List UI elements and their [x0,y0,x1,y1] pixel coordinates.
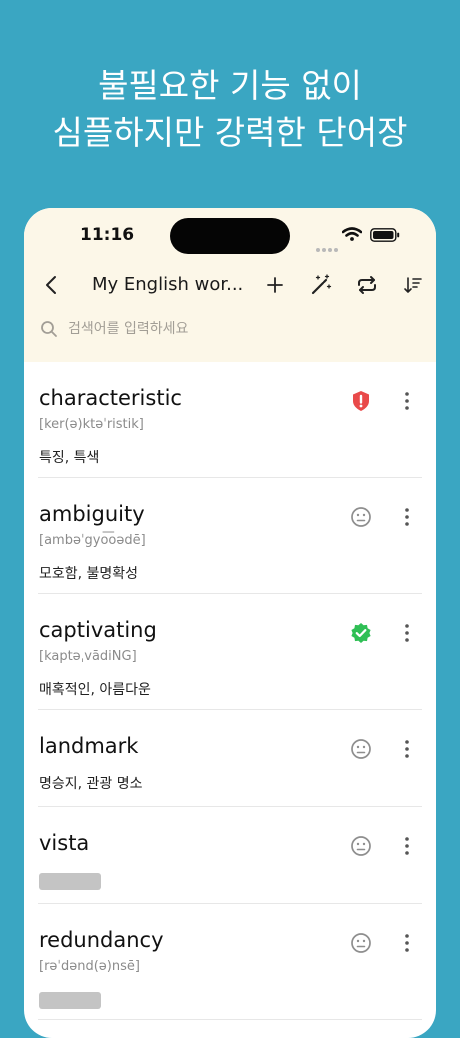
word-row[interactable]: redundancy [rəˈdənd(ə)nsē] [38,904,422,1020]
neutral-face-icon[interactable] [350,932,372,954]
word-text: landmark [39,734,139,758]
more-options-icon[interactable] [400,390,414,412]
meaning-text: 모호함, 불명확성 [39,566,139,582]
phonetic-text: [rəˈdənd(ə)nsē] [39,959,140,974]
more-options-icon[interactable] [400,738,414,760]
repeat-icon [358,276,376,294]
more-options-icon[interactable] [400,622,414,644]
magic-button[interactable] [308,272,334,298]
word-row[interactable]: ambiguity [ambəˈgyo͞oədē] 모호함, 불명확성 [38,478,422,594]
chevron-left-icon [46,276,56,294]
word-text: characteristic [39,386,182,410]
word-row[interactable]: landmark 명승지, 관광 명소 [38,710,422,807]
magic-wand-icon [311,274,332,295]
word-list: characteristic [ker(ə)ktəˈristik] 특징, 특색 am… [24,362,436,1020]
cellular-signal-icon [316,237,340,256]
neutral-face-icon[interactable] [350,835,372,857]
more-options-icon[interactable] [400,932,414,954]
plus-icon [267,277,283,293]
battery-icon [370,228,400,242]
meaning-text: 특징, 특색 [39,450,100,466]
search-input[interactable] [68,321,398,337]
hidden-meaning-placeholder[interactable] [39,992,101,1009]
back-button[interactable] [38,272,64,298]
meaning-text: 명승지, 관광 명소 [39,776,143,792]
warning-badge-icon[interactable] [350,390,372,412]
word-text: ambiguity [39,502,145,526]
headline-line-1: 불필요한 기능 없이 [98,66,362,105]
search-icon [41,321,57,337]
word-row[interactable]: vista [38,807,422,904]
verified-check-icon[interactable] [350,622,372,644]
neutral-face-icon[interactable] [350,506,372,528]
more-options-icon[interactable] [400,506,414,528]
neutral-face-icon[interactable] [350,738,372,760]
dynamic-island [170,218,290,254]
status-time: 11:16 [80,225,135,245]
app-header: 11:16 My English wor... [24,208,436,362]
more-options-icon[interactable] [400,835,414,857]
promo-headline: 불필요한 기능 없이 심플하지만 강력한 단어장 [0,62,460,156]
wifi-icon [342,227,362,241]
sort-icon [404,277,422,293]
search-bar[interactable] [40,316,420,342]
word-text: redundancy [39,928,164,952]
nav-bar: My English wor... [24,270,436,300]
phonetic-text: [kaptəˌvādiNG] [39,649,137,664]
meaning-text: 매혹적인, 아름다운 [39,682,151,698]
word-text: captivating [39,618,157,642]
hidden-meaning-placeholder[interactable] [39,873,101,890]
phonetic-text: [ker(ə)ktəˈristik] [39,417,144,432]
headline-line-2: 심플하지만 강력한 단어장 [52,113,408,152]
word-row[interactable]: characteristic [ker(ə)ktəˈristik] 특징, 특색 [38,362,422,478]
sort-button[interactable] [400,272,426,298]
word-text: vista [39,831,90,855]
add-word-button[interactable] [262,272,288,298]
phonetic-text: [ambəˈgyo͞oədē] [39,533,146,548]
wordbook-title[interactable]: My English wor... [92,274,242,295]
phone-screen: 11:16 My English wor... 검색어를 입력하세요 chara… [24,208,436,1038]
repeat-button[interactable] [354,272,380,298]
word-row[interactable]: captivating [kaptəˌvādiNG] 매혹적인, 아름다운 [38,594,422,710]
